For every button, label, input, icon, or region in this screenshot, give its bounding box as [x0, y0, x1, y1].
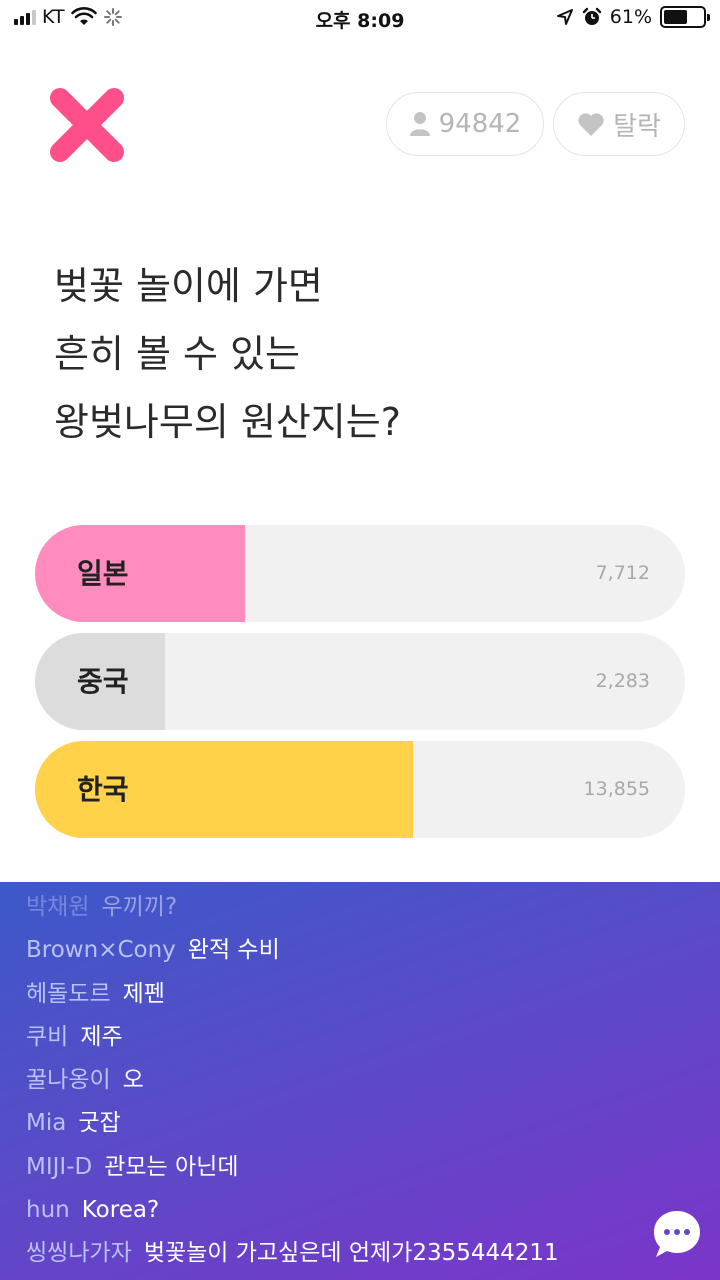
x-mark-icon[interactable]	[44, 82, 130, 168]
chat-message: 쿠비 제주	[26, 1016, 706, 1059]
chat-text: Korea?	[81, 1197, 160, 1224]
option-label: 중국	[77, 665, 129, 698]
chat-text: 관모는 아닌데	[104, 1153, 239, 1180]
chat-username: 헤돌도르	[26, 980, 111, 1007]
chat-username: 씽씽나가자	[26, 1240, 132, 1267]
chat-text: 벚꽃놀이 가고싶은데 언제가2355444211	[143, 1240, 559, 1267]
leave-label: 탈락	[613, 111, 661, 142]
option-count: 2,283	[595, 670, 650, 692]
battery-fill	[664, 10, 688, 24]
chat-message: Mia 굿잡	[26, 1102, 706, 1145]
chat-text: 굿잡	[78, 1110, 121, 1137]
option-japan[interactable]: 일본 7,712	[35, 525, 685, 622]
option-china[interactable]: 중국 2,283	[35, 633, 685, 730]
chat-message: 헤돌도르 제펜	[26, 973, 706, 1016]
heart-icon	[578, 112, 604, 136]
chat-message: Brown×Cony 완적 수비	[26, 929, 706, 972]
alarm-clock-icon	[582, 7, 601, 25]
option-bar	[35, 525, 245, 622]
chat-message: hun Korea?	[26, 1189, 706, 1232]
chat-list: 박채원 우끼끼? Brown×Cony 완적 수비 헤돌도르 제펜 쿠비 제주 꿀나옹이…	[26, 886, 706, 1276]
chat-username: 꿀나옹이	[26, 1067, 111, 1094]
chat-text: 오	[122, 1067, 144, 1094]
option-korea[interactable]: 한국 13,855	[35, 741, 685, 838]
option-label: 한국	[77, 773, 129, 806]
chat-bubble-icon[interactable]	[651, 1208, 703, 1260]
option-label: 일본	[77, 557, 129, 590]
chat-username: 쿠비	[26, 1023, 69, 1050]
chat-message: 박채원 우끼끼?	[26, 886, 706, 929]
option-count: 13,855	[583, 778, 650, 800]
answer-options: 일본 7,712 중국 2,283 한국 13,855	[35, 525, 685, 849]
status-bar: KT 오후 8:09 61%	[0, 0, 720, 40]
chat-panel[interactable]: 박채원 우끼끼? Brown×Cony 완적 수비 헤돌도르 제펜 쿠비 제주 꿀나옹이…	[0, 882, 720, 1280]
leave-pill[interactable]: 탈락	[553, 92, 685, 156]
chat-username: hun	[26, 1197, 70, 1224]
chat-username: 박채원	[26, 894, 90, 920]
battery-icon	[660, 6, 710, 28]
chat-message: 씽씽나가자 벚꽃놀이 가고싶은데 언제가2355444211	[26, 1232, 706, 1275]
status-right: 61%	[556, 6, 710, 28]
user-icon	[409, 112, 430, 136]
chat-text: 제펜	[122, 980, 165, 1007]
participants-pill: 94842	[386, 92, 544, 156]
participants-count: 94842	[438, 109, 522, 139]
battery-percent: 61%	[609, 6, 652, 28]
question-line: 흔히 볼 수 있는	[54, 332, 300, 376]
chat-message: MIJI-D 관모는 아닌데	[26, 1146, 706, 1189]
question-text: 벚꽃 놀이에 가면 흔히 볼 수 있는 왕벚나무의 원산지는?	[54, 252, 674, 456]
question-line: 왕벚나무의 원산지는?	[54, 400, 401, 444]
location-arrow-icon	[556, 9, 573, 25]
chat-text: 완적 수비	[187, 937, 280, 964]
chat-username: Mia	[26, 1110, 67, 1137]
option-count: 7,712	[595, 562, 650, 584]
chat-username: MIJI-D	[26, 1153, 93, 1180]
chat-message: 꿀나옹이 오	[26, 1059, 706, 1102]
chat-username: Brown×Cony	[26, 937, 176, 964]
chat-text: 우끼끼?	[101, 894, 178, 920]
question-line: 벚꽃 놀이에 가면	[54, 264, 323, 308]
chat-text: 제주	[80, 1023, 123, 1050]
